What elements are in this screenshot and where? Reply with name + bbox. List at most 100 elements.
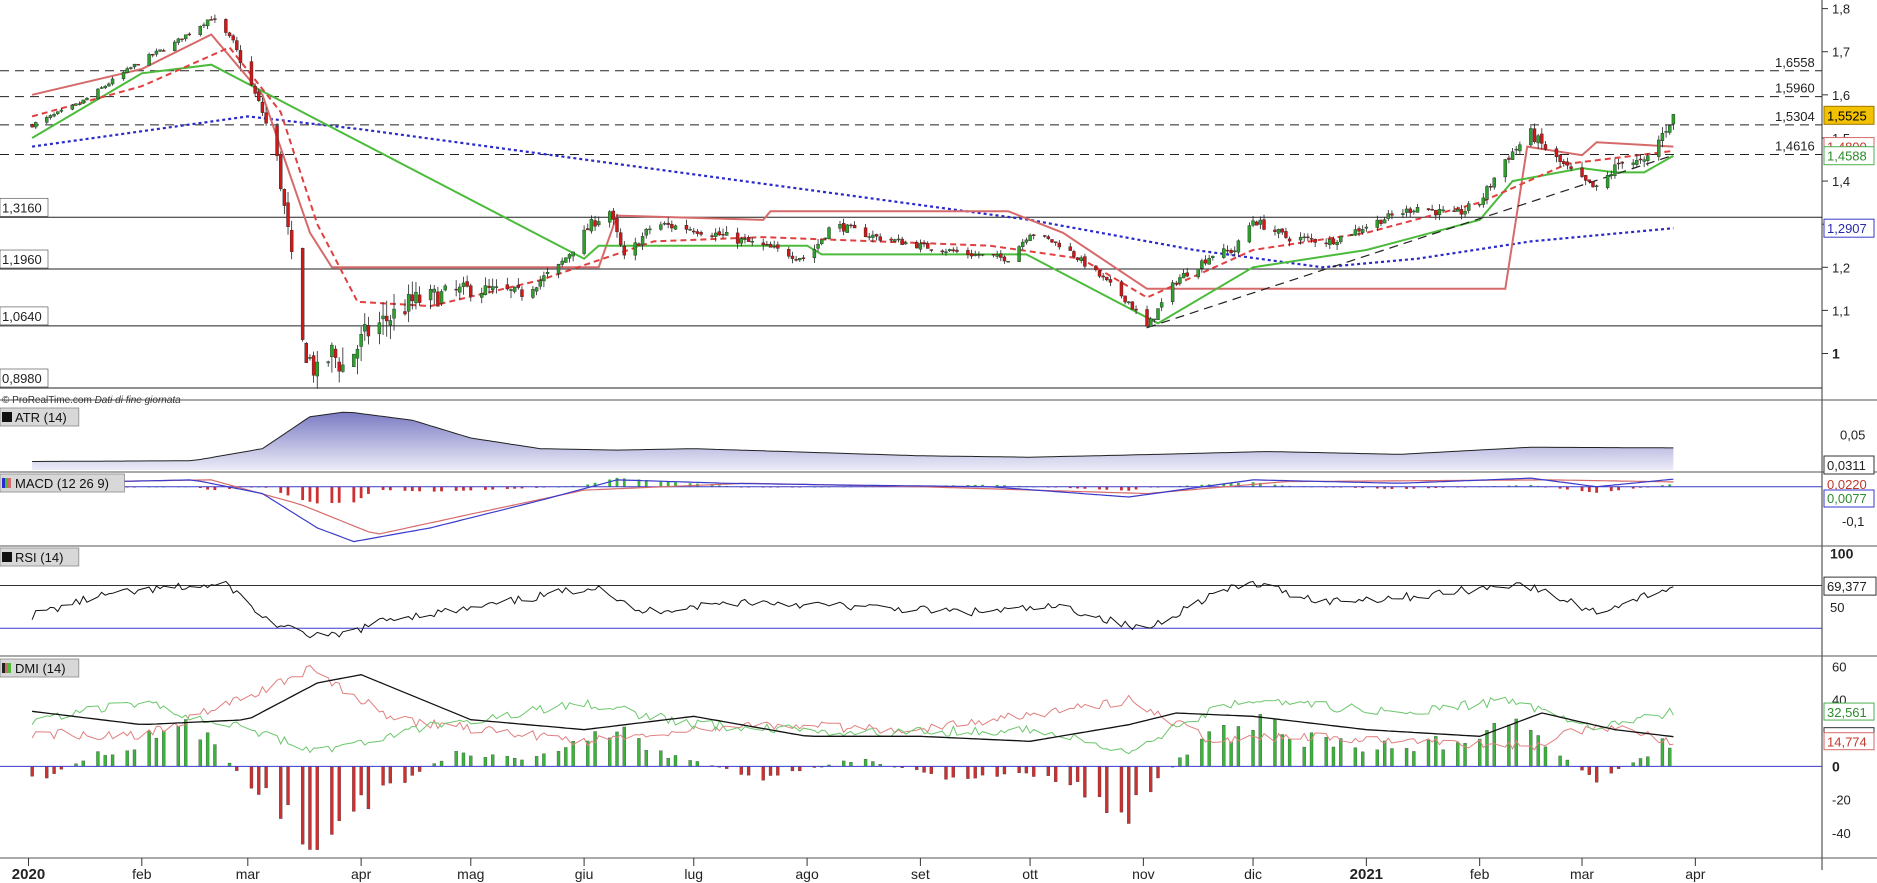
candle-body <box>567 254 572 259</box>
candle-body <box>333 348 338 358</box>
candle-body <box>991 254 996 256</box>
macd-hist-bar <box>608 479 612 487</box>
candle-body <box>1130 301 1135 310</box>
candle-body <box>85 97 89 101</box>
dmi-hist-bar <box>505 756 509 767</box>
dmi-hist-bar <box>1185 754 1189 767</box>
candle-body <box>1605 175 1610 188</box>
candle-body <box>96 88 100 100</box>
dmi-hist-bar <box>1565 759 1570 767</box>
candle-body <box>308 357 312 359</box>
candle-body <box>1467 203 1471 211</box>
dmi-hist-bar <box>776 766 780 776</box>
macd-hist-bar <box>352 486 356 503</box>
price-y-tick-label: 1,1 <box>1832 303 1850 318</box>
candle-body <box>1159 302 1164 308</box>
dmi-hist-bar <box>235 766 239 771</box>
candle-body <box>198 25 202 35</box>
dmi-hist-bar <box>359 766 363 796</box>
dmi-hist-bar <box>966 766 970 779</box>
ma-short-line <box>31 46 1674 308</box>
macd-hist-last-label: 0,0077 <box>1827 491 1867 506</box>
candle-body <box>648 228 652 231</box>
candle-body <box>366 325 371 337</box>
candle-body <box>659 224 663 230</box>
dmi-hist-bar <box>1543 746 1548 767</box>
dmi-hist-bar <box>213 744 217 767</box>
rsi-title: RSI (14) <box>15 550 63 565</box>
candle-body <box>1083 256 1087 267</box>
dmi-hist-bar <box>1485 730 1489 767</box>
candle-body <box>151 53 155 56</box>
dmi-hist-bar <box>483 757 488 767</box>
candle-body <box>688 229 692 231</box>
dmi-hist-bar <box>980 766 985 776</box>
atr-y-tick-label: 0,05 <box>1840 427 1865 442</box>
candle-body <box>56 111 60 114</box>
x-tick-label: apr <box>351 866 372 882</box>
candle-body <box>1233 250 1237 252</box>
candle-body <box>173 41 177 51</box>
candle-body <box>670 224 674 229</box>
candle-body <box>154 50 159 55</box>
candle-body <box>673 225 678 230</box>
x-tick-label: set <box>911 866 930 882</box>
candle-body <box>947 249 952 252</box>
price-y-tick-label: 1,8 <box>1832 2 1850 17</box>
dmi-hist-bar <box>286 766 290 806</box>
resistance-label: 1,4616 <box>1775 139 1815 154</box>
candle-body <box>560 260 564 265</box>
dmi-hist-bar <box>1156 766 1160 779</box>
dmi-hist-bar <box>798 766 802 772</box>
candle-body <box>896 238 901 241</box>
dmi-hist-bar <box>366 766 371 810</box>
dmi-y-tick-label: 0 <box>1832 758 1840 774</box>
dmi-hist-bar <box>1149 766 1153 793</box>
candle-body <box>110 78 115 85</box>
candle-body <box>279 154 283 189</box>
dmi-hist-bar <box>1032 766 1036 777</box>
candle-body <box>1441 209 1445 212</box>
candle-body <box>121 72 126 80</box>
candle-body <box>1148 318 1153 327</box>
x-tick-label: lug <box>684 866 703 882</box>
price-y-tick-label: 1,4 <box>1832 174 1850 189</box>
candle-body <box>487 285 491 288</box>
dmi-hist-bar <box>761 766 765 781</box>
candle-body <box>129 67 133 70</box>
macd-hist-bar <box>462 486 465 491</box>
candle-body <box>403 311 407 315</box>
dmi-hist-bar <box>154 737 159 767</box>
candle-body <box>158 49 162 52</box>
candle-body <box>746 236 751 242</box>
candle-body <box>1459 209 1464 215</box>
dmi-hist-bar <box>198 739 202 767</box>
candle-body <box>1328 239 1332 245</box>
macd-hist-bar <box>301 486 305 501</box>
candle-body <box>436 291 440 307</box>
candle-body <box>820 239 824 244</box>
candle-body <box>1638 158 1643 161</box>
candle-body <box>1404 208 1409 213</box>
candle-body <box>286 202 290 227</box>
dmi-hist-bar <box>1127 766 1131 824</box>
dmi-hist-bar <box>1529 729 1533 767</box>
candle-body <box>772 246 776 248</box>
candle-body <box>253 86 257 94</box>
candle-body <box>1211 255 1215 258</box>
dmi-hist-bar <box>417 766 422 772</box>
candle-body <box>1262 219 1266 230</box>
rsi-y-tick-label: 50 <box>1830 600 1844 615</box>
dmi-hist-bar <box>1580 766 1584 771</box>
candle-body <box>765 243 769 246</box>
candle-body <box>1306 236 1310 239</box>
macd-title-swatch <box>2 478 5 488</box>
candle-body <box>1127 301 1131 304</box>
x-tick-label: dic <box>1244 866 1262 882</box>
dmi-hist-bar <box>337 766 341 822</box>
dmi-hist-bar <box>1119 766 1124 813</box>
candle-body <box>414 291 418 304</box>
macd-hist-bar <box>615 477 619 487</box>
candle-body <box>458 286 462 293</box>
dmi-hist-bar <box>1002 766 1007 775</box>
